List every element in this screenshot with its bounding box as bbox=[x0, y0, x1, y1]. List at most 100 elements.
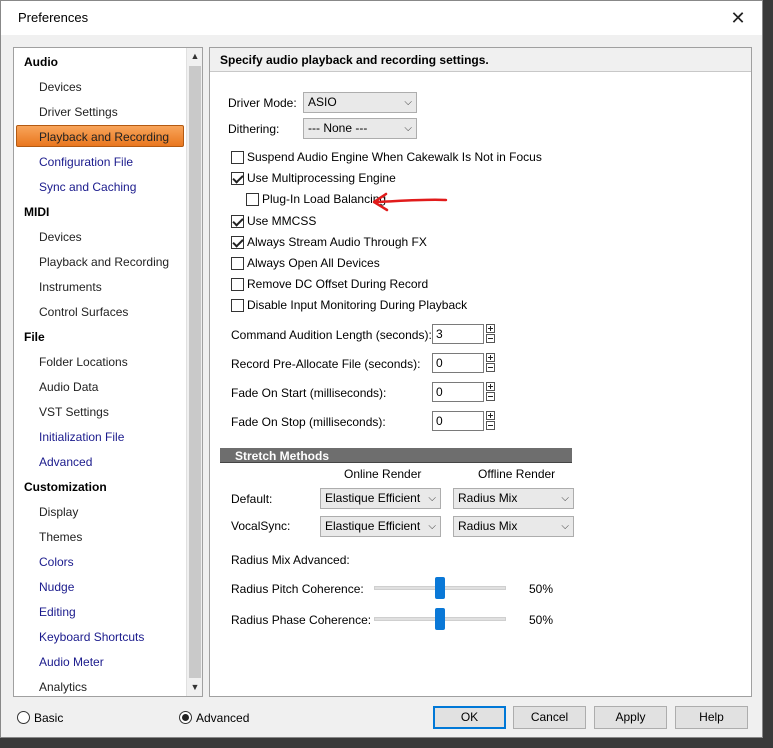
sidebar-item-themes[interactable]: Themes bbox=[39, 526, 82, 548]
vocalsync-online-value: Elastique Efficient bbox=[325, 519, 421, 533]
checkbox-suspend-audio-engine[interactable] bbox=[231, 151, 244, 164]
driver-mode-label: Driver Mode: bbox=[228, 96, 297, 110]
sidebar-item-vst-settings[interactable]: VST Settings bbox=[39, 401, 109, 423]
sidebar-item-initialization-file[interactable]: Initialization File bbox=[39, 426, 124, 448]
sidebar-item-display[interactable]: Display bbox=[39, 501, 78, 523]
fade-on-start-input[interactable]: 0 bbox=[432, 382, 484, 402]
help-button[interactable]: Help bbox=[675, 706, 748, 729]
fade-on-stop-input[interactable]: 0 bbox=[432, 411, 484, 431]
cancel-button[interactable]: Cancel bbox=[513, 706, 586, 729]
command-audition-label: Command Audition Length (seconds): bbox=[231, 328, 432, 342]
sidebar-category-audio[interactable]: Audio bbox=[24, 51, 58, 73]
sidebar-item-audio-data[interactable]: Audio Data bbox=[39, 376, 98, 398]
command-audition-spinner[interactable] bbox=[486, 324, 495, 344]
checkbox-label-use-multiprocessing: Use Multiprocessing Engine bbox=[247, 171, 396, 185]
preferences-window: Preferences ✕ Audio Devices Driver Setti… bbox=[0, 0, 763, 738]
chevron-down-icon: ⌵ bbox=[404, 123, 412, 134]
sidebar-category-customization[interactable]: Customization bbox=[24, 476, 107, 498]
checkbox-disable-input-monitoring[interactable] bbox=[231, 299, 244, 312]
checkbox-use-multiprocessing[interactable] bbox=[231, 172, 244, 185]
radius-pitch-slider-thumb[interactable] bbox=[435, 577, 445, 599]
ok-button[interactable]: OK bbox=[433, 706, 506, 729]
stretch-methods-header: Stretch Methods bbox=[220, 448, 572, 463]
title-bar: Preferences ✕ bbox=[1, 1, 762, 35]
sidebar-item-nudge[interactable]: Nudge bbox=[39, 576, 74, 598]
radius-pitch-value: 50% bbox=[529, 582, 554, 596]
vocalsync-offline-select[interactable]: Radius Mix ⌵ bbox=[453, 516, 574, 537]
sidebar-item-audio-playback-recording[interactable]: Playback and Recording bbox=[39, 126, 169, 148]
sidebar-item-analytics[interactable]: Analytics bbox=[39, 676, 87, 696]
sidebar-item-midi-playback-recording[interactable]: Playback and Recording bbox=[39, 251, 169, 273]
stretch-methods-title: Stretch Methods bbox=[235, 449, 330, 463]
sidebar-item-instruments[interactable]: Instruments bbox=[39, 276, 102, 298]
vocalsync-online-select[interactable]: Elastique Efficient ⌵ bbox=[320, 516, 441, 537]
sidebar-item-advanced[interactable]: Advanced bbox=[39, 451, 92, 473]
dithering-select[interactable]: --- None --- ⌵ bbox=[303, 118, 417, 139]
chevron-down-icon: ⌵ bbox=[428, 521, 436, 532]
dithering-value: --- None --- bbox=[308, 121, 368, 135]
online-render-column-label: Online Render bbox=[344, 467, 422, 481]
default-online-value: Elastique Efficient bbox=[325, 491, 421, 505]
stretch-default-label: Default: bbox=[231, 492, 273, 506]
checkbox-remove-dc-offset[interactable] bbox=[231, 278, 244, 291]
sidebar-item-editing[interactable]: Editing bbox=[39, 601, 76, 623]
scroll-up-icon[interactable]: ▲ bbox=[187, 48, 202, 65]
fade-on-stop-spinner[interactable] bbox=[486, 411, 495, 431]
chevron-down-icon: ⌵ bbox=[428, 493, 436, 504]
sidebar-item-colors[interactable]: Colors bbox=[39, 551, 74, 573]
stretch-vocalsync-label: VocalSync: bbox=[231, 519, 291, 533]
sidebar: Audio Devices Driver Settings Playback a… bbox=[13, 47, 203, 697]
default-offline-value: Radius Mix bbox=[458, 491, 518, 505]
sidebar-item-audio-meter[interactable]: Audio Meter bbox=[39, 651, 104, 673]
fade-on-stop-label: Fade On Stop (milliseconds): bbox=[231, 415, 386, 429]
checkbox-plugin-load-balancing[interactable] bbox=[246, 193, 259, 206]
panel-header-text: Specify audio playback and recording set… bbox=[220, 53, 489, 67]
red-arrow-annotation bbox=[372, 192, 448, 212]
basic-radio-label[interactable]: Basic bbox=[34, 711, 63, 725]
sidebar-scrollbar[interactable]: ▲ ▼ bbox=[186, 48, 202, 696]
sidebar-item-driver-settings[interactable]: Driver Settings bbox=[39, 101, 118, 123]
command-audition-input[interactable]: 3 bbox=[432, 324, 484, 344]
offline-render-column-label: Offline Render bbox=[478, 467, 556, 481]
driver-mode-value: ASIO bbox=[308, 95, 337, 109]
fade-on-start-label: Fade On Start (milliseconds): bbox=[231, 386, 387, 400]
close-icon[interactable]: ✕ bbox=[728, 8, 748, 28]
scroll-thumb[interactable] bbox=[189, 66, 201, 678]
sidebar-item-configuration-file[interactable]: Configuration File bbox=[39, 151, 133, 173]
vocalsync-offline-value: Radius Mix bbox=[458, 519, 518, 533]
checkbox-label-disable-input-monitoring: Disable Input Monitoring During Playback bbox=[247, 298, 468, 312]
checkbox-always-open-devices[interactable] bbox=[231, 257, 244, 270]
checkbox-label-plugin-load-balancing: Plug-In Load Balancing bbox=[262, 192, 387, 206]
checkbox-always-stream-fx[interactable] bbox=[231, 236, 244, 249]
basic-radio[interactable] bbox=[17, 711, 30, 724]
checkbox-use-mmcss[interactable] bbox=[231, 215, 244, 228]
checkbox-label-always-stream-fx: Always Stream Audio Through FX bbox=[247, 235, 427, 249]
sidebar-item-audio-devices[interactable]: Devices bbox=[39, 76, 82, 98]
sidebar-item-folder-locations[interactable]: Folder Locations bbox=[39, 351, 128, 373]
advanced-radio-label[interactable]: Advanced bbox=[196, 711, 249, 725]
sidebar-item-sync-caching[interactable]: Sync and Caching bbox=[39, 176, 136, 198]
checkbox-label-use-mmcss: Use MMCSS bbox=[247, 214, 317, 228]
advanced-radio[interactable] bbox=[179, 711, 192, 724]
record-preallocate-spinner[interactable] bbox=[486, 353, 495, 373]
default-offline-select[interactable]: Radius Mix ⌵ bbox=[453, 488, 574, 509]
apply-button[interactable]: Apply bbox=[594, 706, 667, 729]
sidebar-item-midi-devices[interactable]: Devices bbox=[39, 226, 82, 248]
window-title: Preferences bbox=[18, 10, 89, 25]
radius-pitch-label: Radius Pitch Coherence: bbox=[231, 582, 364, 596]
sidebar-category-midi[interactable]: MIDI bbox=[24, 201, 49, 223]
default-online-select[interactable]: Elastique Efficient ⌵ bbox=[320, 488, 441, 509]
scroll-down-icon[interactable]: ▼ bbox=[187, 679, 202, 696]
radius-phase-value: 50% bbox=[529, 613, 554, 627]
fade-on-start-spinner[interactable] bbox=[486, 382, 495, 402]
chevron-down-icon: ⌵ bbox=[404, 97, 412, 108]
sidebar-item-keyboard-shortcuts[interactable]: Keyboard Shortcuts bbox=[39, 626, 144, 648]
dithering-label: Dithering: bbox=[228, 122, 280, 136]
sidebar-category-file[interactable]: File bbox=[24, 326, 45, 348]
sidebar-item-control-surfaces[interactable]: Control Surfaces bbox=[39, 301, 128, 323]
radius-phase-label: Radius Phase Coherence: bbox=[231, 613, 372, 627]
record-preallocate-input[interactable]: 0 bbox=[432, 353, 484, 373]
panel-header: Specify audio playback and recording set… bbox=[210, 48, 751, 72]
driver-mode-select[interactable]: ASIO ⌵ bbox=[303, 92, 417, 113]
radius-phase-slider-thumb[interactable] bbox=[435, 608, 445, 630]
